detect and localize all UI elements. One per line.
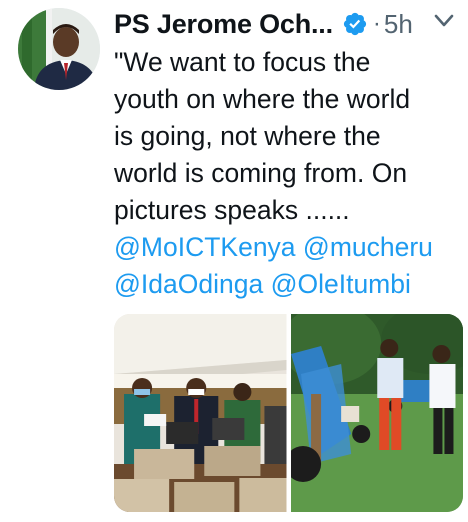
tweet-media: [114, 314, 463, 512]
tweet-text-line: "We want to focus the: [114, 47, 371, 77]
mention-link[interactable]: @OleItumbi: [271, 269, 411, 299]
mention-link[interactable]: @IdaOdinga: [114, 269, 263, 299]
mentions-line: @MoICTKenya @mucheru: [114, 229, 464, 266]
tweet-text-line: pictures speaks ......: [114, 195, 350, 225]
tweet-text-line: is going, not where the: [114, 121, 381, 151]
mention-link[interactable]: @mucheru: [303, 232, 433, 262]
photo-event-image: [114, 314, 287, 512]
tweet-text: "We want to focus the youth on where the…: [114, 44, 464, 303]
avatar[interactable]: [18, 8, 100, 90]
chevron-down-icon[interactable]: [433, 13, 455, 29]
media-photo-right[interactable]: [290, 314, 463, 512]
tweet-text-line: world is coming from. On: [114, 158, 408, 188]
photo-outdoor-image: [290, 314, 463, 512]
tweet-header: PS Jerome Och... · 5h: [114, 6, 413, 42]
timestamp[interactable]: 5h: [384, 9, 413, 40]
author-name[interactable]: PS Jerome Och...: [114, 9, 333, 40]
mentions-line: @IdaOdinga @OleItumbi: [114, 266, 464, 303]
mention-link[interactable]: @MoICTKenya: [114, 232, 296, 262]
tweet-text-line: youth on where the world: [114, 84, 411, 114]
verified-badge-icon: [343, 12, 367, 36]
avatar-image: [18, 8, 100, 90]
separator-dot: ·: [372, 10, 381, 37]
media-photo-left[interactable]: [114, 314, 287, 512]
